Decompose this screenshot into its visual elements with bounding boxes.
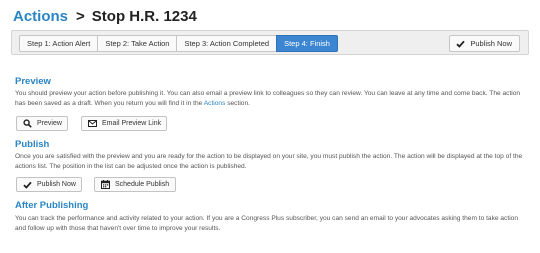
preview-button[interactable]: Preview: [16, 116, 68, 131]
after-publishing-description: You can track the performance and activi…: [15, 215, 518, 232]
step-wizard-bar: Step 1: Action Alert Step 2: Take Action…: [11, 30, 529, 55]
publish-description: Once you are satisfied with the preview …: [15, 153, 523, 170]
preview-button-label: Preview: [37, 120, 62, 127]
step-tab-action-alert[interactable]: Step 1: Action Alert: [19, 35, 99, 52]
step-tab-finish[interactable]: Step 4: Finish: [276, 35, 338, 52]
schedule-publish-button[interactable]: Schedule Publish: [94, 177, 176, 192]
page-header: Actions > Stop H.R. 1234: [13, 8, 197, 30]
step-tabs: Step 1: Action Alert Step 2: Take Action…: [19, 35, 338, 52]
publish-now-button[interactable]: Publish Now: [16, 177, 82, 192]
checkmark-icon: [456, 39, 465, 48]
email-preview-link-button[interactable]: Email Preview Link: [81, 116, 167, 131]
actions-section-link[interactable]: Actions: [204, 100, 226, 107]
checkmark-icon: [23, 180, 32, 189]
email-preview-link-label: Email Preview Link: [102, 120, 162, 127]
publish-heading: Publish: [15, 139, 50, 150]
preview-text-end: section.: [225, 100, 250, 107]
envelope-icon: [88, 119, 97, 128]
schedule-publish-label: Schedule Publish: [115, 181, 170, 188]
page-title: Stop H.R. 1234: [91, 8, 197, 25]
preview-text-start: You should preview your action before pu…: [15, 90, 521, 107]
after-publishing-heading: After Publishing: [15, 200, 89, 211]
publish-now-button-top[interactable]: Publish Now: [449, 35, 520, 52]
calendar-icon: [101, 180, 110, 189]
publish-now-button-label: Publish Now: [37, 181, 76, 188]
step-tab-take-action[interactable]: Step 2: Take Action: [97, 35, 178, 52]
preview-description: You should preview your action before pu…: [15, 89, 530, 109]
magnifier-icon: [23, 119, 32, 128]
step-tab-action-completed[interactable]: Step 3: Action Completed: [176, 35, 278, 52]
publish-now-label: Publish Now: [470, 39, 512, 48]
breadcrumb-separator: >: [76, 8, 85, 25]
breadcrumb-actions-link[interactable]: Actions: [13, 8, 68, 25]
preview-heading: Preview: [15, 76, 51, 87]
